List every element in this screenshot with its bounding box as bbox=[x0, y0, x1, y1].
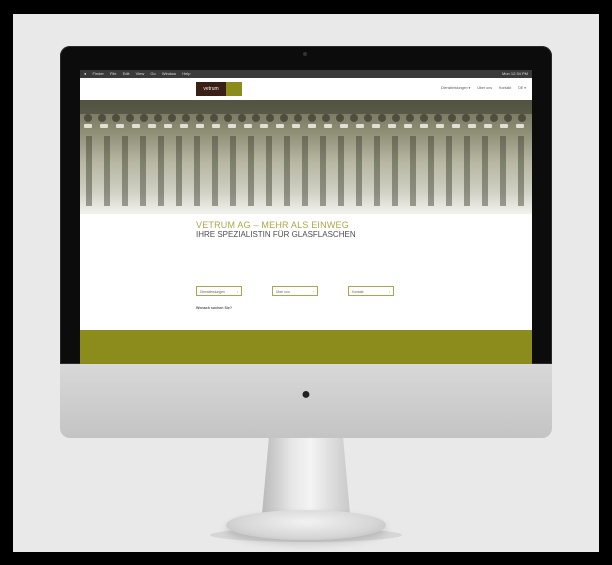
menu-item[interactable]: Help bbox=[182, 71, 190, 76]
option-label: Kontakt bbox=[352, 290, 364, 294]
logo-text: vetrum bbox=[196, 82, 226, 96]
option-label: Dienstleistungen bbox=[200, 290, 226, 294]
chevron-right-icon: › bbox=[388, 290, 390, 294]
search-prompt: Wonach suchen Sie? bbox=[196, 306, 233, 310]
site-footer bbox=[80, 330, 532, 364]
apple-menu-icon[interactable]: ● bbox=[84, 71, 86, 76]
option-button-dienstleistungen[interactable]: Dienstleistungen › bbox=[196, 286, 242, 296]
site-logo[interactable]: vetrum bbox=[196, 82, 242, 96]
monitor-screen: ● Finder File Edit View Go Window Help M… bbox=[80, 70, 532, 364]
menu-item[interactable]: Edit bbox=[123, 71, 130, 76]
apple-logo-icon: ● bbox=[301, 386, 311, 403]
monitor-chin: ● bbox=[60, 364, 552, 438]
hero-image bbox=[80, 100, 532, 214]
menu-item[interactable]: Window bbox=[162, 71, 176, 76]
menu-item[interactable]: View bbox=[136, 71, 145, 76]
monitor-stand-base bbox=[226, 510, 386, 540]
headline: VETRUM AG – MEHR ALS EINWEG bbox=[196, 220, 349, 230]
chevron-right-icon: › bbox=[236, 290, 238, 294]
option-button-ueber-uns[interactable]: Über uns › bbox=[272, 286, 318, 296]
chevron-right-icon: › bbox=[312, 290, 314, 294]
menu-item[interactable]: Go bbox=[150, 71, 155, 76]
site-nav: Dienstleistungen ▾ Über uns Kontakt DE ▾ bbox=[435, 86, 526, 90]
bottles-image bbox=[80, 100, 532, 206]
nav-item-dienstleistungen[interactable]: Dienstleistungen ▾ bbox=[441, 86, 470, 90]
os-menubar-status: Mon 12:34 PM bbox=[501, 71, 528, 76]
nav-item-ueber-uns[interactable]: Über uns bbox=[477, 86, 492, 90]
nav-item-language[interactable]: DE ▾ bbox=[518, 86, 526, 90]
option-button-kontakt[interactable]: Kontakt › bbox=[348, 286, 394, 296]
option-label: Über uns bbox=[276, 290, 290, 294]
os-menubar: ● Finder File Edit View Go Window Help M… bbox=[80, 70, 532, 78]
menu-item[interactable]: Finder bbox=[93, 71, 104, 76]
camera bbox=[303, 52, 307, 56]
nav-item-kontakt[interactable]: Kontakt bbox=[499, 86, 511, 90]
monitor-bezel: ● Finder File Edit View Go Window Help M… bbox=[60, 46, 552, 364]
monitor-stand-neck bbox=[262, 436, 350, 514]
site-header: vetrum Dienstleistungen ▾ Über uns Konta… bbox=[80, 78, 532, 100]
logo-mark bbox=[226, 82, 242, 96]
subheadline: IHRE SPEZIALISTIN FÜR GLASFLASCHEN bbox=[196, 230, 356, 239]
menu-item[interactable]: File bbox=[110, 71, 116, 76]
os-menubar-left: ● Finder File Edit View Go Window Help bbox=[84, 70, 195, 78]
search-options: Dienstleistungen › Über uns › Kontakt › bbox=[196, 286, 436, 300]
